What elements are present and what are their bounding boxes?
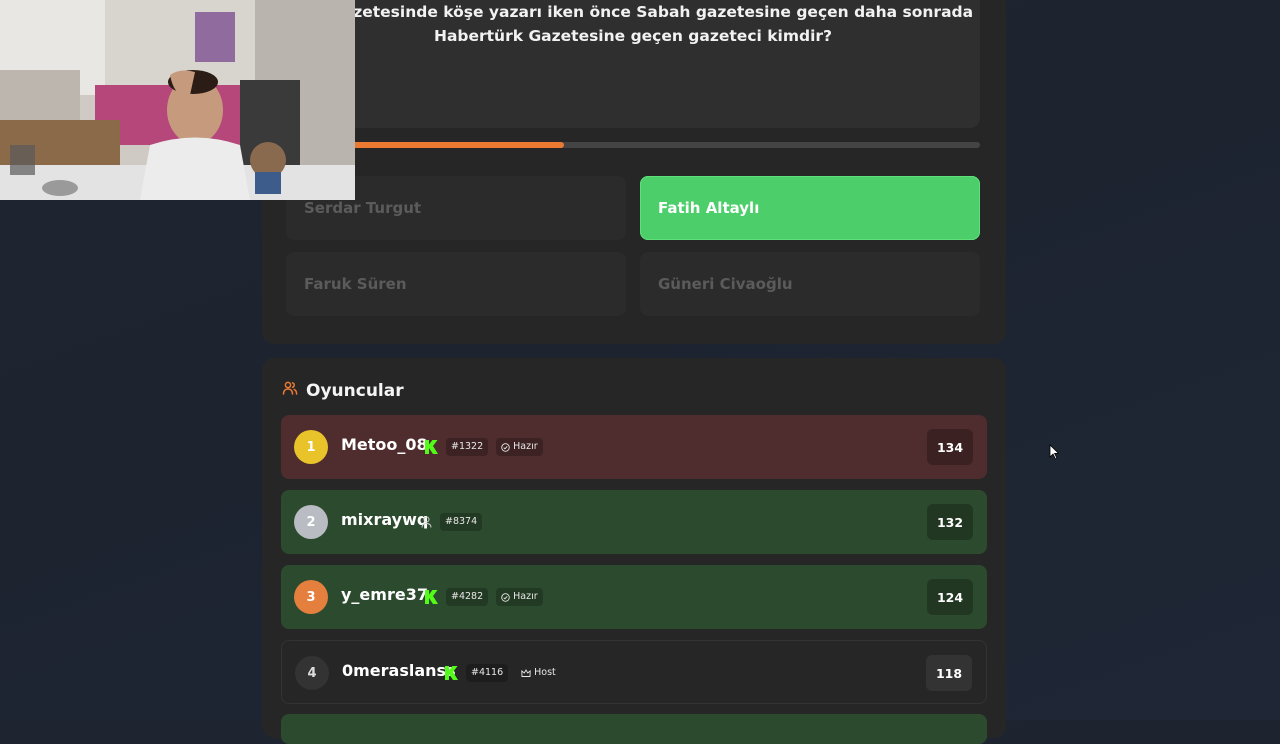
users-icon xyxy=(282,380,298,401)
rank-badge: 4 xyxy=(295,656,329,690)
rank-badge: 3 xyxy=(294,580,328,614)
webcam-feed-image xyxy=(0,0,355,200)
answer-option-3[interactable]: Faruk Süren xyxy=(286,252,626,316)
player-row-5[interactable] xyxy=(281,714,987,744)
score-box: 118 xyxy=(926,655,972,691)
player-name: Metoo_08 xyxy=(341,435,428,454)
player-row-2[interactable]: 2 mixraywq #8374 132 xyxy=(281,490,987,554)
quiz-card: iyet gazetesinde köşe yazarı iken önce S… xyxy=(262,0,1006,344)
crown-icon xyxy=(521,668,531,677)
verified-k-icon xyxy=(425,590,438,604)
answer-label: Faruk Süren xyxy=(304,275,407,293)
status-label: Hazır xyxy=(513,441,538,452)
user-icon xyxy=(421,516,432,528)
status-badge: Hazır xyxy=(496,438,543,456)
player-meta: #8374 xyxy=(421,512,483,532)
question-text: iyet gazetesinde köşe yazarı iken önce S… xyxy=(286,0,980,48)
status-badge: Hazır xyxy=(496,588,543,606)
player-name: mixraywq xyxy=(341,510,429,529)
players-header: Oyuncular xyxy=(282,380,404,401)
player-row-4[interactable]: 4 0meraslanss #4116 Host 118 xyxy=(281,640,987,704)
player-meta: #4282 Hazır xyxy=(425,587,543,607)
player-id: #8374 xyxy=(440,513,483,531)
player-meta: #1322 Hazır xyxy=(425,437,543,457)
question-box: iyet gazetesinde köşe yazarı iken önce S… xyxy=(286,0,980,128)
answer-option-2[interactable]: Fatih Altaylı xyxy=(640,176,980,240)
player-row-3[interactable]: 3 y_emre37 #4282 Hazır 124 xyxy=(281,565,987,629)
score-box: 132 xyxy=(927,504,973,540)
player-id: #1322 xyxy=(446,438,489,456)
host-badge: Host xyxy=(516,664,561,682)
status-label: Hazır xyxy=(513,591,538,602)
check-circle-icon xyxy=(501,592,510,602)
player-row-1[interactable]: 1 Metoo_08 #1322 Hazır 134 xyxy=(281,415,987,479)
player-id: #4116 xyxy=(466,664,509,682)
verified-k-icon xyxy=(445,666,458,680)
answer-label: Fatih Altaylı xyxy=(658,199,760,217)
player-meta: #4116 Host xyxy=(445,663,561,683)
players-panel: Oyuncular 1 Metoo_08 #1322 Hazır 134 2 m… xyxy=(262,358,1006,744)
mouse-cursor-icon xyxy=(1049,444,1059,460)
question-line-2: Habertürk Gazetesine geçen gazeteci kimd… xyxy=(433,27,833,45)
check-circle-icon xyxy=(501,442,510,452)
rank-badge: 2 xyxy=(294,505,328,539)
question-line-1: iyet gazetesinde köşe yazarı iken önce S… xyxy=(292,3,974,21)
rank-badge: 1 xyxy=(294,430,328,464)
score-box: 134 xyxy=(927,429,973,465)
answer-label: Güneri Civaoğlu xyxy=(658,275,793,293)
player-name: 0meraslanss xyxy=(342,661,456,680)
webcam-overlay xyxy=(0,0,355,200)
player-name: y_emre37 xyxy=(341,585,428,604)
answer-option-4[interactable]: Güneri Civaoğlu xyxy=(640,252,980,316)
answer-label: Serdar Turgut xyxy=(304,199,422,217)
verified-k-icon xyxy=(425,440,438,454)
score-box: 124 xyxy=(927,579,973,615)
player-id: #4282 xyxy=(446,588,489,606)
players-title: Oyuncular xyxy=(306,380,404,401)
timer-progress-bar xyxy=(286,142,980,148)
host-label: Host xyxy=(534,667,556,678)
